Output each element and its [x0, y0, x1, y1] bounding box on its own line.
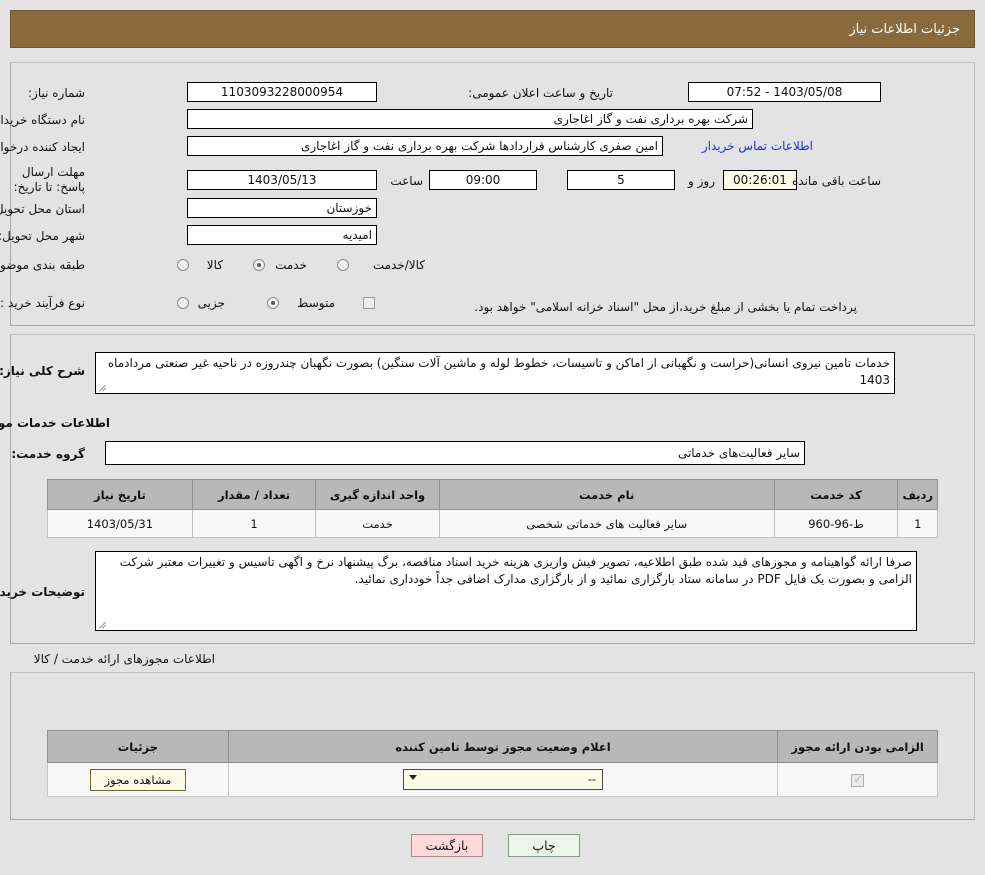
permit-status-select[interactable]: --	[403, 769, 604, 790]
radio-category-khedmat[interactable]	[253, 259, 265, 271]
cell-code: ط-96-960	[773, 509, 899, 538]
radio-category-kala-khedmat-label: کالا/خدمت	[372, 258, 425, 272]
permit-status-value: --	[587, 772, 597, 786]
buyer-contact-link[interactable]: اطلاعات تماس خریدار	[702, 139, 813, 153]
th-date: تاریخ نیاز	[47, 479, 193, 510]
resize-grip-icon[interactable]	[98, 382, 108, 392]
page-title: جزئیات اطلاعات نیاز	[849, 21, 960, 37]
buyer-org-value: شرکت بهره برداری نفت و گاز اغاجاری	[187, 109, 753, 129]
summary-text: خدمات تامین نیروی انسانی(حراست و نگهبانی…	[107, 356, 890, 387]
services-table: ردیف کد خدمت نام خدمت واحد اندازه گیری ت…	[47, 479, 938, 538]
cell-permit-required	[777, 762, 938, 797]
cell-permit-status: --	[227, 762, 779, 797]
treasury-docs-checkbox[interactable]	[363, 297, 375, 309]
city-value: امیدیه	[187, 225, 377, 245]
city-label: شهر محل تحویل:	[0, 229, 85, 243]
view-permit-button[interactable]: مشاهده مجوز	[89, 768, 187, 791]
cell-name: سایر فعالیت های خدماتی شخصی	[438, 509, 775, 538]
radio-category-kala-khedmat[interactable]	[337, 259, 349, 271]
permit-required-checkbox	[851, 772, 865, 787]
summary-label: شرح کلی نیاز:	[0, 364, 85, 378]
buyer-notes-textarea[interactable]: صرفا ارائه گواهینامه و مجوزهای قید شده ط…	[95, 551, 917, 631]
need-number-label: شماره نیاز:	[28, 86, 85, 100]
radio-process-jozyi[interactable]	[177, 297, 189, 309]
province-label: استان محل تحویل:	[0, 202, 85, 216]
th-row: ردیف	[897, 479, 938, 510]
announce-date-value: 1403/05/08 - 07:52	[688, 82, 881, 102]
cell-qty: 1	[191, 509, 317, 538]
service-group-label: گروه خدمت:	[11, 447, 85, 461]
page-root: AriaTender.net جزئیات اطلاعات نیاز شماره…	[0, 0, 985, 875]
table-row: 1 ط-96-960 سایر فعالیت های خدماتی شخصی خ…	[47, 509, 938, 538]
th-code: کد خدمت	[773, 479, 899, 510]
hour-label: ساعت	[390, 174, 423, 188]
buyer-org-label: نام دستگاه خریدار:	[0, 113, 85, 127]
category-label: طبقه بندی موضوعی:	[0, 258, 85, 272]
cell-permit-details: مشاهده مجوز	[47, 762, 229, 797]
th-permit-details: جزئیات	[47, 730, 229, 763]
resize-grip-icon[interactable]	[98, 619, 108, 629]
announce-date-label: تاریخ و ساعت اعلان عمومی:	[468, 86, 613, 100]
cell-row: 1	[897, 509, 938, 538]
th-name: نام خدمت	[438, 479, 775, 510]
radio-process-motavaset-label: متوسط	[297, 296, 335, 310]
radio-process-motavaset[interactable]	[267, 297, 279, 309]
th-permit-status: اعلام وضعیت مجوز توسط تامین کننده	[227, 730, 779, 763]
chevron-down-icon	[409, 775, 418, 780]
cell-date: 1403/05/31	[47, 509, 193, 538]
process-type-label: نوع فرآیند خرید :	[0, 296, 85, 310]
remaining-days-value: 5	[567, 170, 675, 190]
radio-category-kala-label: کالا	[206, 258, 223, 272]
services-info-title: اطلاعات خدمات مورد نیاز	[0, 416, 110, 430]
days-label: روز و	[688, 174, 715, 188]
print-button[interactable]: چاپ	[508, 834, 580, 857]
radio-process-jozyi-label: جزیی	[197, 296, 225, 310]
treasury-docs-label: پرداخت تمام یا بخشی از مبلغ خرید،از محل …	[474, 300, 857, 314]
deadline-date-value: 1403/05/13	[187, 170, 377, 190]
buyer-notes-text: صرفا ارائه گواهینامه و مجوزهای قید شده ط…	[119, 555, 912, 586]
need-number-value: 1103093228000954	[187, 82, 377, 102]
services-table-header-row: ردیف کد خدمت نام خدمت واحد اندازه گیری ت…	[47, 479, 938, 510]
permits-row: -- مشاهده مجوز	[47, 762, 938, 797]
permits-caption: اطلاعات مجوزهای ارائه خدمت / کالا	[33, 652, 215, 666]
th-qty: تعداد / مقدار	[191, 479, 317, 510]
permits-header-row: الزامی بودن ارائه مجوز اعلام وضعیت مجوز …	[47, 730, 938, 763]
deadline-time-value: 09:00	[429, 170, 537, 190]
remaining-hours-label: ساعت باقی مانده	[791, 174, 881, 188]
window-titlebar: جزئیات اطلاعات نیاز	[10, 10, 975, 48]
deadline-label: مهلت ارسال پاسخ: تا تاریخ:	[13, 165, 85, 194]
permits-table: الزامی بودن ارائه مجوز اعلام وضعیت مجوز …	[47, 730, 938, 797]
requester-value: امین صفری کارشناس قراردادها شرکت بهره بر…	[187, 136, 663, 156]
radio-category-khedmat-label: خدمت	[275, 258, 307, 272]
cell-unit: خدمت	[315, 509, 440, 538]
requester-label: ایجاد کننده درخواست:	[0, 140, 85, 154]
province-value: خوزستان	[187, 198, 377, 218]
th-permit-required: الزامی بودن ارائه مجوز	[777, 730, 938, 763]
service-group-value: سایر فعالیت‌های خدماتی	[105, 441, 805, 465]
th-unit: واحد اندازه گیری	[315, 479, 440, 510]
summary-textarea[interactable]: خدمات تامین نیروی انسانی(حراست و نگهبانی…	[95, 352, 895, 394]
countdown-timer: 00:26:01	[723, 170, 797, 190]
back-button[interactable]: بازگشت	[411, 834, 483, 857]
radio-category-kala[interactable]	[177, 259, 189, 271]
buyer-notes-label: توضیحات خریدار:	[0, 585, 85, 599]
